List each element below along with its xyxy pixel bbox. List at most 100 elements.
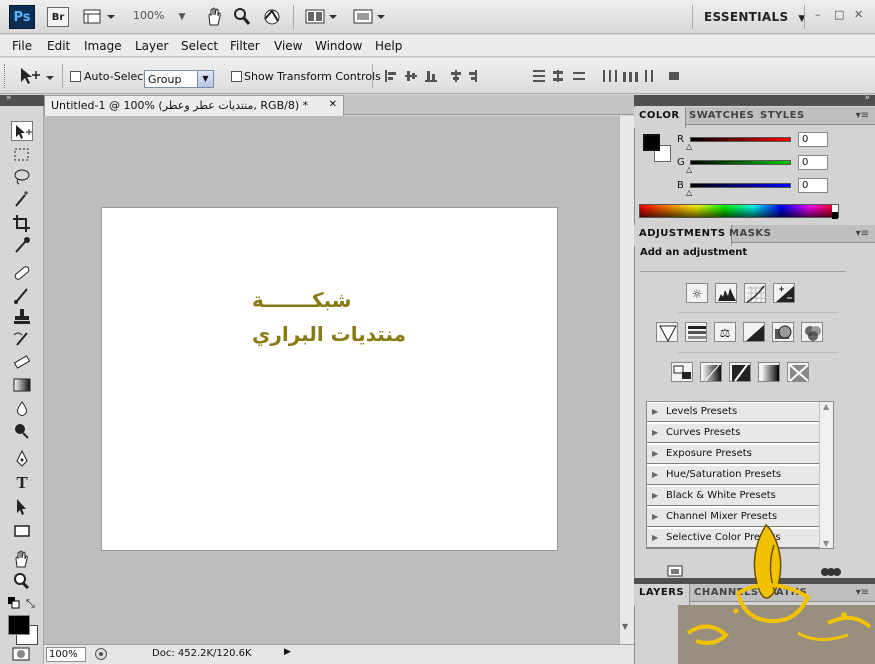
zoom-tool-button[interactable] xyxy=(233,7,251,27)
menu-view[interactable]: View xyxy=(274,39,302,53)
move-tool[interactable] xyxy=(11,121,33,141)
panel-menu-icon[interactable]: ▾≡ xyxy=(856,110,869,121)
arrange-documents-button[interactable] xyxy=(305,8,341,26)
list-item[interactable]: ▶ Hue/Saturation Presets xyxy=(647,466,819,485)
eyedropper-tool[interactable] xyxy=(11,235,33,255)
status-preview-button[interactable] xyxy=(94,647,108,661)
brightness-contrast-button[interactable]: ☼ xyxy=(686,283,708,303)
minimize-button[interactable]: – xyxy=(815,8,821,21)
document-canvas[interactable]: شبكـــــــة منتديات البراري xyxy=(102,208,557,550)
vibrance-button[interactable] xyxy=(656,322,678,343)
zoom-level-select[interactable]: 100% ▼ xyxy=(133,9,185,22)
close-tab-icon[interactable]: ✕ xyxy=(329,99,337,110)
channel-mixer-button[interactable] xyxy=(801,322,823,342)
tab-styles[interactable]: STYLES xyxy=(755,107,810,128)
options-grip[interactable] xyxy=(4,64,7,88)
dodge-tool[interactable] xyxy=(11,421,33,441)
menu-layer[interactable]: Layer xyxy=(135,39,168,53)
tools-panel-header[interactable]: » xyxy=(0,93,44,106)
black-white-button[interactable] xyxy=(743,322,765,342)
hand-tool-button[interactable] xyxy=(205,7,223,27)
bridge-launch-button[interactable]: Br xyxy=(47,7,69,27)
status-menu-button[interactable]: ▶ xyxy=(284,647,291,657)
show-transform-checkbox[interactable] xyxy=(231,71,242,82)
vertical-scrollbar[interactable]: ▼ xyxy=(619,116,634,644)
healing-brush-tool[interactable] xyxy=(11,263,33,283)
green-slider[interactable] xyxy=(690,160,791,165)
threshold-button[interactable] xyxy=(729,362,751,382)
screen-mode-button[interactable] xyxy=(353,8,389,26)
photoshop-logo[interactable]: Ps xyxy=(9,5,35,29)
red-slider[interactable] xyxy=(690,137,791,142)
blue-value-input[interactable]: 0 xyxy=(798,178,828,193)
red-value-input[interactable]: 0 xyxy=(798,132,828,147)
crop-tool[interactable] xyxy=(11,213,33,233)
color-balance-button[interactable]: ⚖ xyxy=(714,322,736,342)
clone-stamp-tool[interactable] xyxy=(11,307,33,327)
levels-button[interactable] xyxy=(715,283,737,303)
menu-filter[interactable]: Filter xyxy=(230,39,260,53)
tab-adjustments[interactable]: ADJUSTMENTS xyxy=(634,225,732,246)
maximize-button[interactable]: □ xyxy=(834,8,844,21)
scroll-up-icon[interactable]: ▲ xyxy=(823,402,829,411)
quick-selection-tool[interactable] xyxy=(11,189,33,209)
auto-select-target-select[interactable]: Group ▼ xyxy=(144,70,214,88)
slider-handle-icon[interactable]: △ xyxy=(686,188,692,197)
document-tab[interactable]: Untitled-1 @ 100% (منتديات عطر وعطر, RGB… xyxy=(44,95,344,116)
tab-color[interactable]: COLOR xyxy=(634,107,686,128)
close-button[interactable]: ✕ xyxy=(854,8,863,21)
menu-window[interactable]: Window xyxy=(315,39,362,53)
shape-tool[interactable] xyxy=(11,521,33,541)
exposure-button[interactable] xyxy=(773,283,795,303)
invert-button[interactable] xyxy=(671,362,693,382)
slider-handle-icon[interactable]: △ xyxy=(686,142,692,151)
panel-dock-header[interactable]: » xyxy=(634,93,875,106)
menu-select[interactable]: Select xyxy=(181,39,218,53)
list-item[interactable]: ▶ Levels Presets xyxy=(647,403,819,422)
auto-select-checkbox[interactable] xyxy=(70,71,81,82)
tab-swatches[interactable]: SWATCHES xyxy=(684,107,759,128)
green-value-input[interactable]: 0 xyxy=(798,155,828,170)
blue-slider[interactable] xyxy=(690,183,791,188)
lasso-tool[interactable] xyxy=(11,167,33,187)
history-brush-tool[interactable] xyxy=(11,329,33,349)
selective-color-button[interactable] xyxy=(787,362,809,382)
menu-file[interactable]: File xyxy=(12,39,32,53)
rotate-view-button[interactable] xyxy=(262,7,282,27)
photo-filter-button[interactable] xyxy=(772,322,794,342)
tool-preset-picker[interactable] xyxy=(18,66,56,88)
pen-tool[interactable] xyxy=(11,449,33,469)
default-colors-button[interactable] xyxy=(8,597,20,609)
eraser-tool[interactable] xyxy=(11,351,33,371)
panel-menu-icon[interactable]: ▾≡ xyxy=(856,228,869,239)
hue-saturation-button[interactable] xyxy=(685,322,707,342)
menu-edit[interactable]: Edit xyxy=(47,39,70,53)
blur-tool[interactable] xyxy=(11,399,33,419)
foreground-color-swatch[interactable] xyxy=(643,134,660,151)
foreground-color-swatch[interactable] xyxy=(8,615,30,635)
list-item[interactable]: ▶ Black & White Presets xyxy=(647,487,819,506)
hand-tool[interactable] xyxy=(11,549,33,569)
menu-image[interactable]: Image xyxy=(84,39,122,53)
view-extras-button[interactable] xyxy=(83,8,121,26)
posterize-button[interactable] xyxy=(700,362,722,382)
marquee-tool[interactable] xyxy=(11,145,33,165)
path-selection-tool[interactable] xyxy=(11,497,33,517)
brush-tool[interactable] xyxy=(11,285,33,305)
workspace-switcher[interactable]: ESSENTIALS ▼ xyxy=(704,10,806,24)
slider-handle-icon[interactable]: △ xyxy=(686,165,692,174)
list-item[interactable]: ▶ Curves Presets xyxy=(647,424,819,443)
tab-masks[interactable]: MASKS xyxy=(724,225,776,246)
curves-button[interactable] xyxy=(744,283,766,303)
gradient-tool[interactable] xyxy=(11,375,33,395)
scroll-down-icon[interactable]: ▼ xyxy=(622,622,628,631)
zoom-tool[interactable] xyxy=(11,571,33,591)
gradient-map-button[interactable] xyxy=(758,362,780,382)
menu-help[interactable]: Help xyxy=(375,39,402,53)
color-spectrum-ramp[interactable] xyxy=(639,204,839,219)
list-item[interactable]: ▶ Exposure Presets xyxy=(647,445,819,464)
zoom-field[interactable]: 100% xyxy=(46,647,86,662)
swap-colors-button[interactable]: ⤡ xyxy=(26,597,35,611)
type-tool[interactable]: T xyxy=(11,473,33,493)
quick-mask-button[interactable] xyxy=(12,647,30,661)
